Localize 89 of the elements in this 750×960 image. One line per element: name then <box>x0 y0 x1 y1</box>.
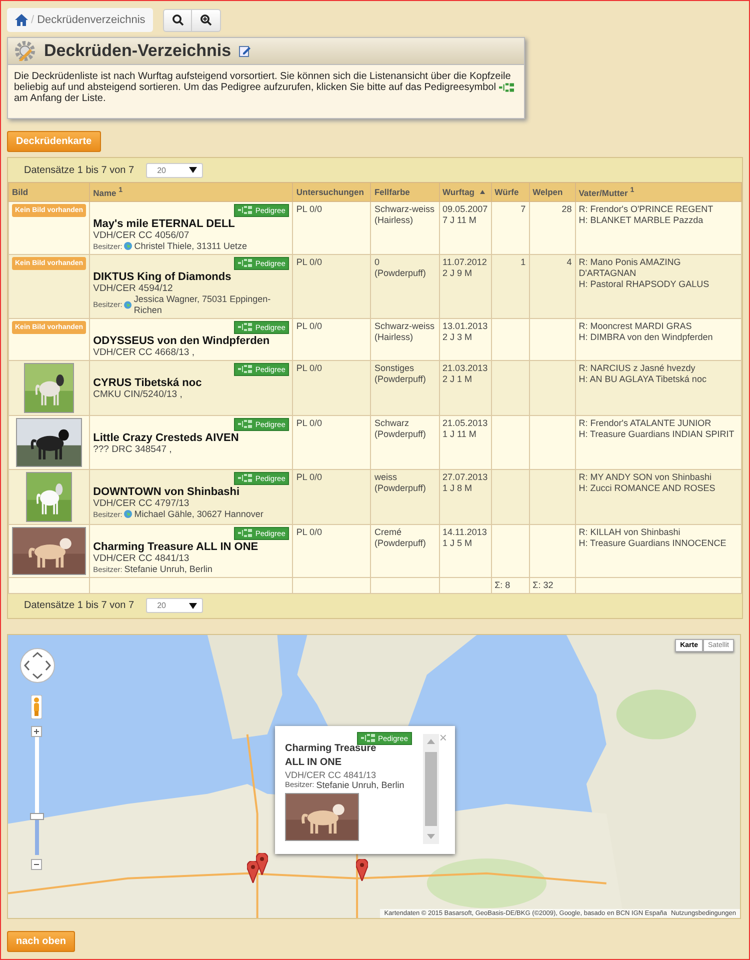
dam-name: H: AN BU AGLAYA Tibetská noc <box>578 374 708 385</box>
coat-type: (Hairless) <box>374 332 414 343</box>
column-header[interactable]: Welpen <box>529 182 576 202</box>
birth-date: 13.01.2013 <box>442 320 488 332</box>
age: 2 J 3 M <box>442 332 474 343</box>
sire-name: R: Mooncrest MARDI GRAS <box>578 320 693 332</box>
dam-name: H: BLANKET MARBLE Pazzda <box>578 214 704 226</box>
registration-number: CMKU CIN/5240/13 , <box>93 388 184 400</box>
registration-number: VDH/CER 4594/12 <box>93 282 174 294</box>
sire-name: R: Frendor's ATALANTE JUNIOR <box>578 418 712 429</box>
owner-name: Stefanie Unruh, Berlin <box>124 564 212 575</box>
table-cell: PL 0/0 <box>292 469 371 524</box>
coat-color: Sonstiges <box>374 362 415 374</box>
table-cell: PL 0/0 <box>292 254 371 318</box>
sire-name: R: NARCIUS z Jasné hvezdy <box>578 362 696 374</box>
table-cell: Σ: 32 <box>529 577 576 594</box>
table-cell: PL 0/0 <box>292 318 371 360</box>
column-header[interactable]: Vater/Mutter $^{1}$ <box>575 182 742 202</box>
table-cell: 7 <box>491 201 530 254</box>
dog-name: Little Crazy Cresteds AIVEN <box>93 432 240 444</box>
registration-number: VDH/CER CC 4797/13 <box>93 498 190 509</box>
table-cell: PL 0/0 <box>292 360 371 416</box>
birth-date: 09.05.2007 <box>442 204 488 215</box>
sire-name: R: Mano Ponis AMAZING D'ARTAGNAN <box>578 256 682 279</box>
dam-name: H: Pastoral RHAPSODY GALUS <box>578 278 710 290</box>
panel-description: Die Deckrüdenliste ist nach Wurftag aufsteigend vorsortiert. Sie können sich die Listenansicht über die Kopfzeile beliebig auf und absteigend sortieren. Um das Pedigree aufzurufen, klicken Sie bitte auf das Pedigreesymbol am Anfang der Liste. <box>8 65 524 118</box>
table-cell: 4 <box>529 254 576 318</box>
coat-type: (Powderpuff) <box>374 428 427 440</box>
dog-name: CYRUS Tibetská noc <box>93 378 203 389</box>
age: 7 J 11 M <box>442 214 478 226</box>
coat-type: (Powderpuff) <box>374 374 427 385</box>
sire-name: R: MY ANDY SON von Shinbashi <box>578 472 712 483</box>
coat-type: (Powderpuff) <box>374 538 427 549</box>
registration-number: VDH/CER CC 4056/07 <box>93 230 190 241</box>
age: 2 J 1 M <box>442 374 474 385</box>
birth-date: 14.11.2013 <box>442 526 488 538</box>
coat-color: Schwarz <box>374 418 410 429</box>
record-count: Datensätze 1 bis 7 von 7 <box>24 164 134 176</box>
owner-name: Christel Thiele, 31311 Uetze <box>134 240 248 252</box>
coat-type: (Powderpuff) <box>374 268 427 279</box>
owner-name: Michael Gähle, 30627 Hannover <box>134 508 264 520</box>
table-cell: PL 0/0 <box>292 201 371 254</box>
birth-date: 21.03.2013 <box>442 362 488 374</box>
birth-date: 11.07.2012 <box>442 256 488 268</box>
coat-color: 0 <box>374 256 380 268</box>
table-cell: 28 <box>529 201 576 254</box>
panel-title: Deckrüden-Verzeichnis <box>44 41 232 61</box>
column-header[interactable]: Fellfarbe <box>370 182 440 202</box>
coat-color: Cremé <box>374 526 402 538</box>
dog-name: DOWNTOWN von Shinbashi <box>93 486 241 498</box>
table-cell: PL 0/0 <box>292 524 371 578</box>
column-header[interactable]: Würfe <box>491 182 530 202</box>
owner-name: Jessica Wagner, 75031 Eppingen-Richen <box>134 294 272 316</box>
breadcrumb-link[interactable]: Deckrüdenverzeichnis <box>37 14 146 26</box>
registration-number: VDH/CER CC 4668/13 , <box>93 346 196 358</box>
column-header[interactable]: Name $^{1}$ <box>90 182 293 202</box>
coat-type: (Hairless) <box>374 214 414 226</box>
column-header[interactable]: Untersuchungen <box>292 182 371 202</box>
coat-color: Schwarz-weiss <box>374 320 436 332</box>
sire-name: R: Frendor's O'PRINCE REGENT <box>578 204 714 215</box>
dog-name: DIKTUS King of Diamonds <box>93 272 232 283</box>
column-header[interactable]: Bild <box>8 182 90 202</box>
dog-name: Charming Treasure ALL IN ONE <box>93 542 260 553</box>
record-count: Datensätze 1 bis 7 von 7 <box>24 600 134 612</box>
column-header[interactable]: Wurftag <box>439 182 492 202</box>
age: 1 J 8 M <box>442 482 474 494</box>
sire-name: R: KILLAH von Shinbashi <box>578 526 682 538</box>
page-size-select[interactable]: 20 <box>146 162 204 178</box>
dam-name: H: Zucci ROMANCE AND ROSES <box>578 482 716 494</box>
dam-name: H: Treasure Guardians INDIAN SPIRIT <box>578 428 736 440</box>
breadcrumb-separator: / <box>31 14 34 26</box>
coat-color: weiss <box>374 472 398 483</box>
table-cell: Σ: 8 <box>491 577 530 594</box>
birth-date: 21.05.2013 <box>442 418 488 429</box>
dam-name: H: DIMBRA von den Windpferden <box>578 332 714 343</box>
dog-name: May's mile ETERNAL DELL <box>93 218 236 230</box>
birth-date: 27.07.2013 <box>442 472 488 483</box>
coat-type: (Powderpuff) <box>374 482 427 494</box>
age: 1 J 5 M <box>442 538 474 549</box>
table-cell: 1 <box>491 254 530 318</box>
age: 2 J 9 M <box>442 268 474 279</box>
page-size-select[interactable]: 20 <box>146 598 204 614</box>
dam-name: H: Treasure Guardians INNOCENCE <box>578 538 728 549</box>
registration-number: VDH/CER CC 4841/13 <box>93 552 190 564</box>
age: 1 J 11 M <box>442 428 478 440</box>
table-cell: PL 0/0 <box>292 415 371 470</box>
coat-color: Schwarz-weiss <box>374 204 436 215</box>
registration-number: ??? DRC 348547 , <box>93 444 173 455</box>
dog-name: ODYSSEUS von den Windpferden <box>93 336 271 347</box>
